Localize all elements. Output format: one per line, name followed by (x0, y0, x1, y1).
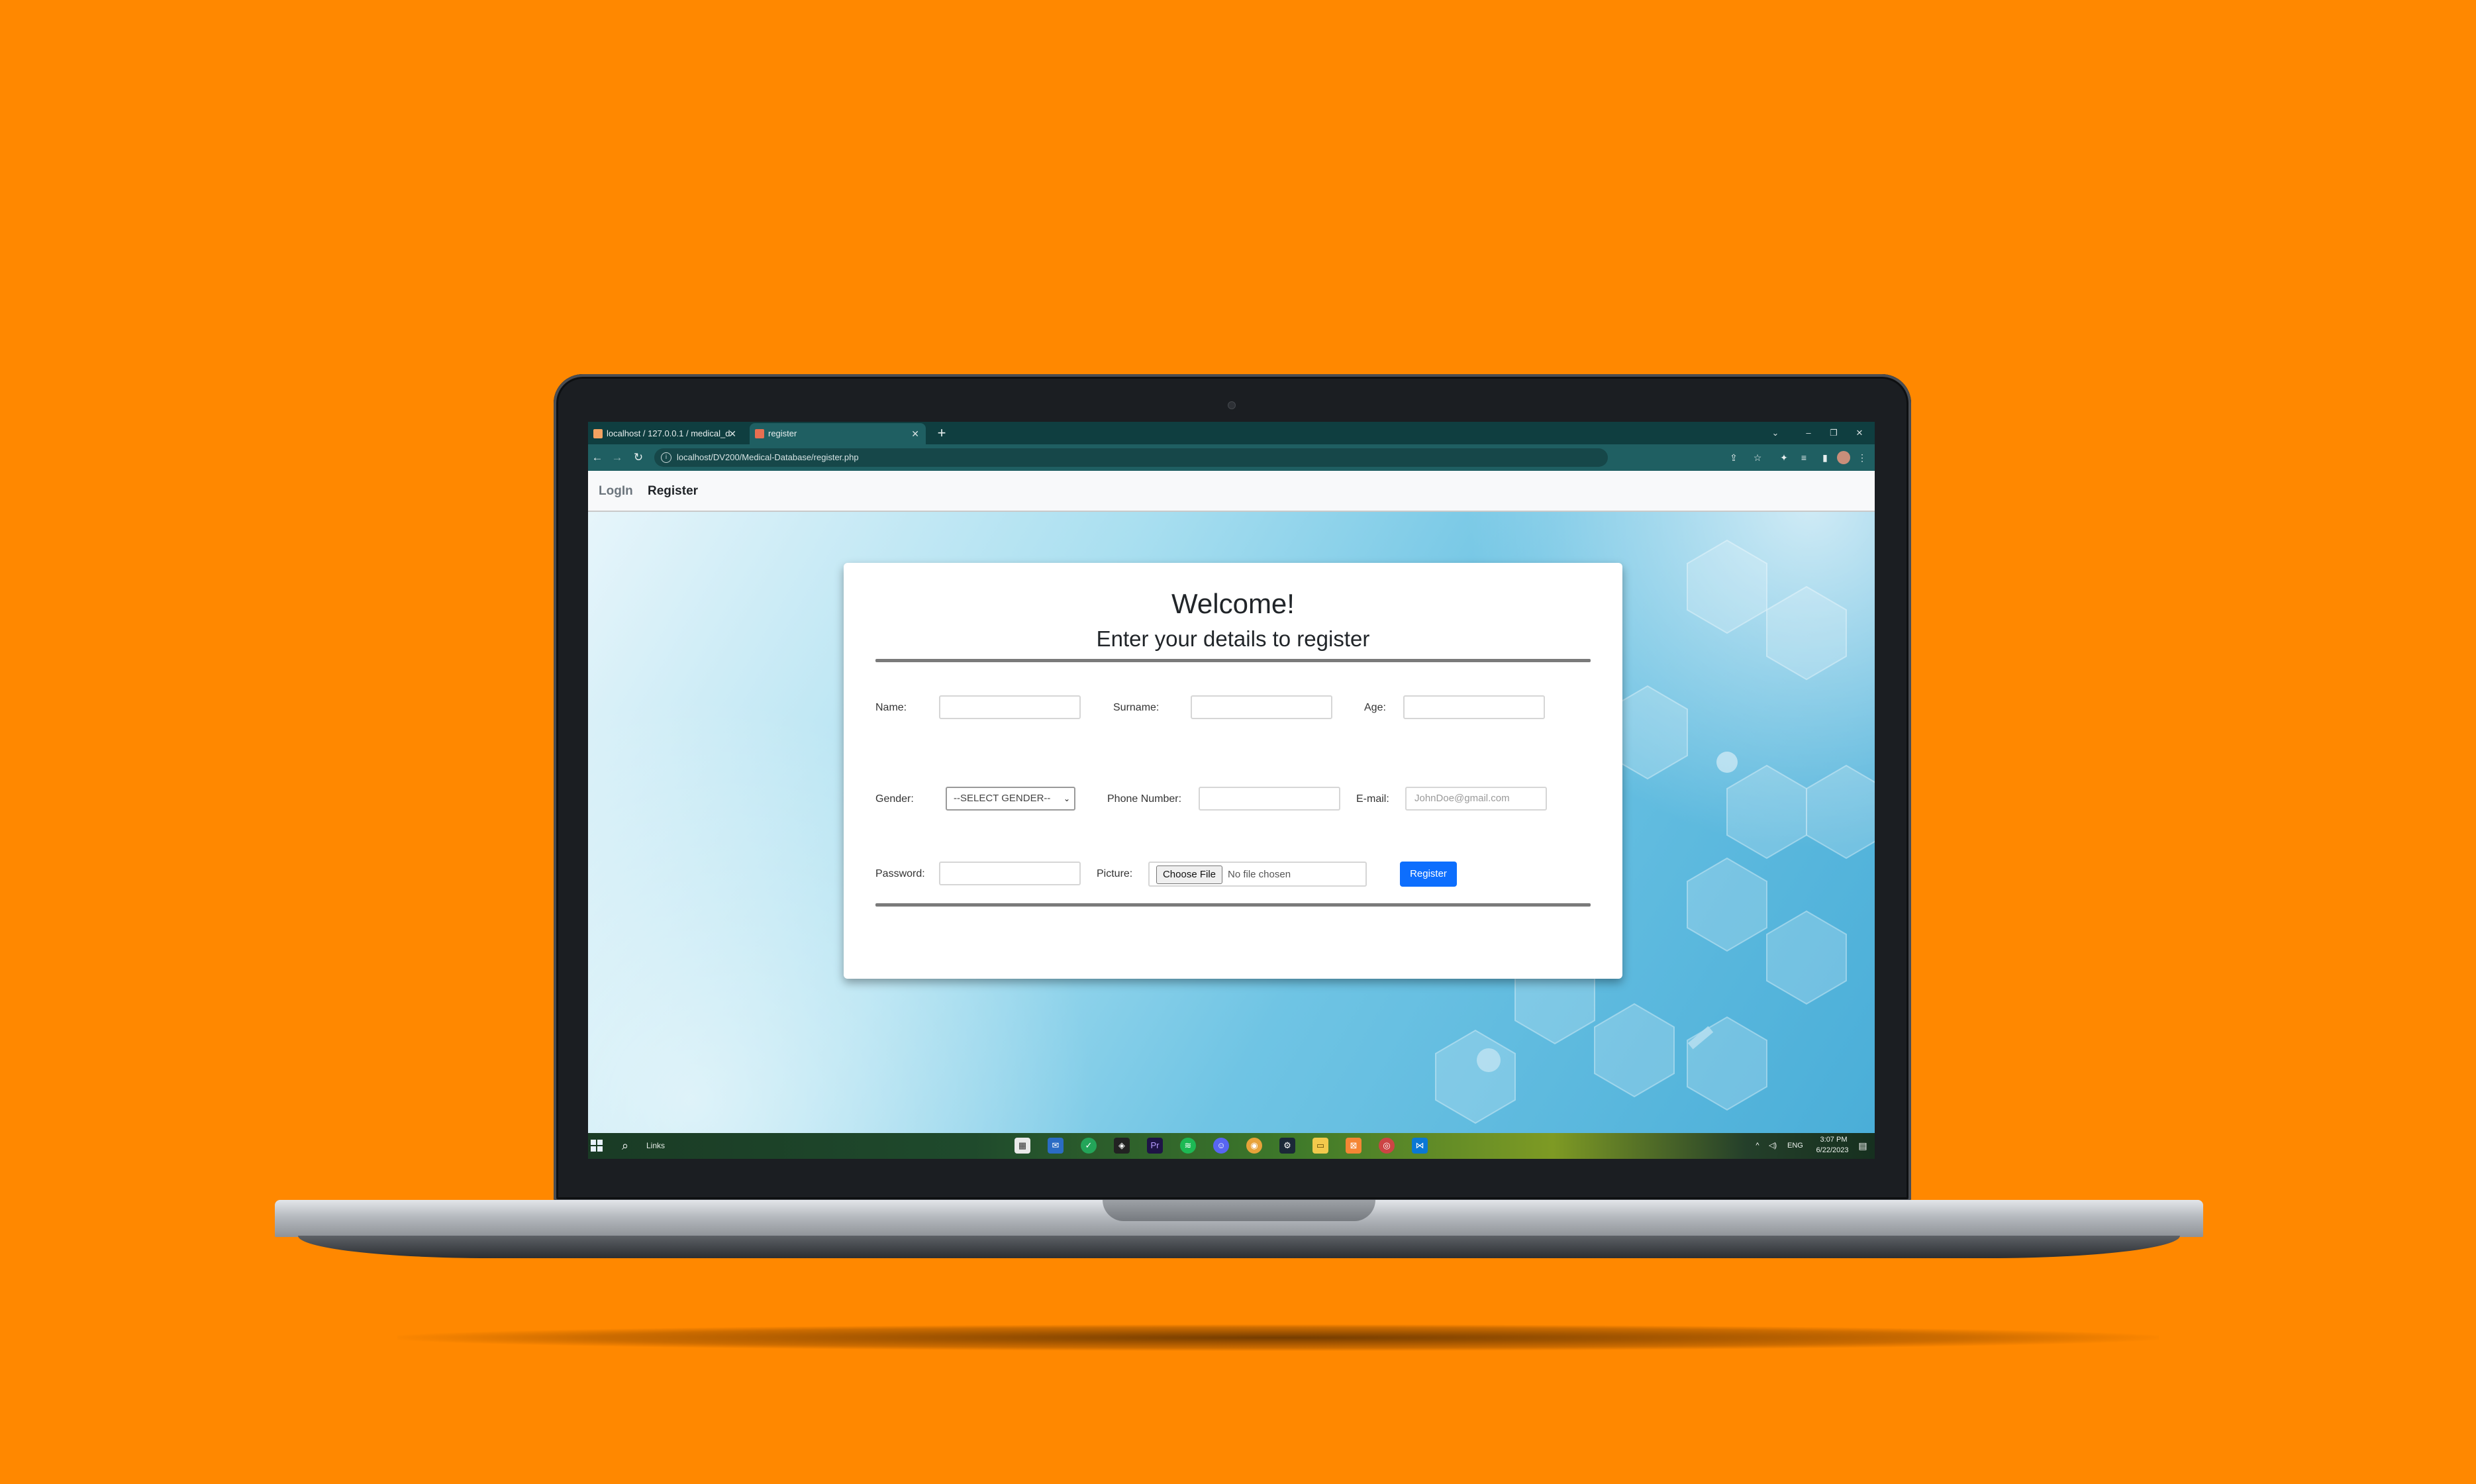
xampp-icon[interactable]: ⊠ (1346, 1138, 1362, 1154)
surname-label: Surname: (1113, 702, 1160, 713)
age-input[interactable] (1403, 695, 1545, 719)
tab-register[interactable]: register ✕ (750, 423, 926, 444)
share-icon[interactable]: ⇪ (1727, 451, 1740, 464)
webcam (1228, 401, 1236, 409)
file-status: No file chosen (1228, 869, 1291, 880)
windows-taskbar: ⌕ Links ▦ ✉ ✓ ◈ Pr ≋ ☺ ◉ ⚙ ▭ ⊠ ◎ ⋈ ^ ◁) … (588, 1133, 1875, 1159)
surname-input[interactable] (1191, 695, 1332, 719)
age-label: Age: (1364, 702, 1386, 713)
page-icon (755, 429, 764, 438)
close-tab-icon[interactable]: ✕ (911, 423, 919, 444)
tab-search-icon[interactable]: ⌄ (1759, 422, 1792, 444)
choose-file-button[interactable]: Choose File (1156, 866, 1222, 884)
side-panel-icon[interactable]: ▮ (1818, 451, 1832, 464)
taskbar-search-label[interactable]: Links (646, 1133, 665, 1159)
password-label: Password: (875, 868, 925, 879)
email-input[interactable]: JohnDoe@gmail.com (1405, 787, 1547, 811)
gender-selected-value: --SELECT GENDER-- (954, 793, 1051, 804)
web-page: LogIn Register Welcome! Enter your detai… (588, 471, 1875, 1133)
doctor-icon (1716, 752, 1738, 773)
name-label: Name: (875, 702, 907, 713)
mail-app-icon[interactable]: ✉ (1048, 1138, 1064, 1154)
picture-file-input[interactable]: Choose File No file chosen (1148, 862, 1367, 887)
chevron-up-icon[interactable]: ^ (1752, 1138, 1763, 1154)
url-text: localhost/DV200/Medical-Database/registe… (677, 452, 859, 462)
unity-app-icon[interactable]: ◈ (1114, 1138, 1130, 1154)
back-icon[interactable]: ← (588, 444, 607, 471)
page-subtitle: Enter your details to register (1096, 626, 1370, 651)
browser-toolbar: ← → ↻ i localhost/DV200/Medical-Database… (588, 444, 1875, 471)
clock-time[interactable]: 3:07 PM (1813, 1136, 1854, 1144)
browser-tab-bar: localhost / 127.0.0.1 / medical_d ✕ regi… (588, 422, 1875, 444)
discord-icon[interactable]: ☺ (1213, 1138, 1229, 1154)
laptop-base-bottom (298, 1236, 2180, 1258)
phpmyadmin-icon (593, 429, 603, 438)
email-label: E-mail: (1356, 793, 1389, 805)
name-input[interactable] (939, 695, 1081, 719)
profile-avatar[interactable] (1837, 451, 1850, 464)
forward-icon[interactable]: → (608, 444, 626, 471)
picture-label: Picture: (1097, 868, 1133, 879)
phone-input[interactable] (1199, 787, 1340, 811)
volume-icon[interactable]: ◁) (1767, 1138, 1779, 1154)
flask-icon (1477, 1048, 1501, 1072)
close-tab-icon[interactable]: ✕ (728, 423, 736, 444)
register-card: Welcome! Enter your details to register … (844, 563, 1622, 979)
menu-icon[interactable]: ⋮ (1856, 451, 1869, 464)
phone-label: Phone Number: (1107, 793, 1182, 805)
tab-title: register (768, 428, 797, 438)
gender-label: Gender: (875, 793, 914, 805)
reading-list-icon[interactable]: ≡ (1797, 451, 1810, 464)
windows-start-icon[interactable] (591, 1140, 603, 1152)
vscode-icon[interactable]: ⋈ (1412, 1138, 1428, 1154)
divider-bottom (875, 903, 1591, 907)
premiere-pro-icon[interactable]: Pr (1147, 1138, 1163, 1154)
password-input[interactable] (939, 862, 1081, 885)
site-info-icon[interactable]: i (661, 452, 671, 463)
green-app-icon[interactable]: ✓ (1081, 1138, 1097, 1154)
file-explorer-icon[interactable]: ▭ (1312, 1138, 1328, 1154)
tab-title: localhost / 127.0.0.1 / medical_d (607, 428, 730, 438)
address-bar[interactable]: i localhost/DV200/Medical-Database/regis… (654, 448, 1608, 467)
laptop-shadow (397, 1324, 2159, 1351)
chrome-icon[interactable]: ◉ (1246, 1138, 1262, 1154)
divider-top (875, 659, 1591, 662)
new-tab-button[interactable]: + (931, 422, 952, 444)
steam-icon[interactable]: ⚙ (1279, 1138, 1295, 1154)
spotify-icon[interactable]: ≋ (1180, 1138, 1196, 1154)
tab-phpmyadmin[interactable]: localhost / 127.0.0.1 / medical_d ✕ (588, 423, 743, 444)
calendar-app-icon[interactable]: ▦ (1015, 1138, 1030, 1154)
close-window-button[interactable]: ✕ (1843, 422, 1875, 444)
page-title: Welcome! (1171, 588, 1295, 619)
nav-link-register[interactable]: Register (648, 471, 698, 512)
search-icon[interactable]: ⌕ (617, 1138, 633, 1154)
laptop-screen: localhost / 127.0.0.1 / medical_d ✕ regi… (588, 422, 1875, 1159)
extensions-icon[interactable]: ✦ (1777, 451, 1791, 464)
bookmark-star-icon[interactable]: ☆ (1751, 451, 1764, 464)
chevron-down-icon: ⌄ (1063, 794, 1070, 803)
reload-icon[interactable]: ↻ (629, 444, 648, 471)
register-button[interactable]: Register (1400, 862, 1457, 887)
language-indicator[interactable]: ENG (1787, 1133, 1803, 1159)
clock-date[interactable]: 6/22/2023 (1809, 1146, 1856, 1154)
browser-app-icon[interactable]: ◎ (1379, 1138, 1395, 1154)
nav-link-login[interactable]: LogIn (599, 471, 633, 512)
notifications-icon[interactable]: ▤ (1856, 1138, 1870, 1154)
gender-select[interactable]: --SELECT GENDER-- ⌄ (946, 787, 1075, 811)
top-navbar: LogIn Register (588, 471, 1875, 512)
laptop-hinge-notch (1103, 1200, 1375, 1221)
